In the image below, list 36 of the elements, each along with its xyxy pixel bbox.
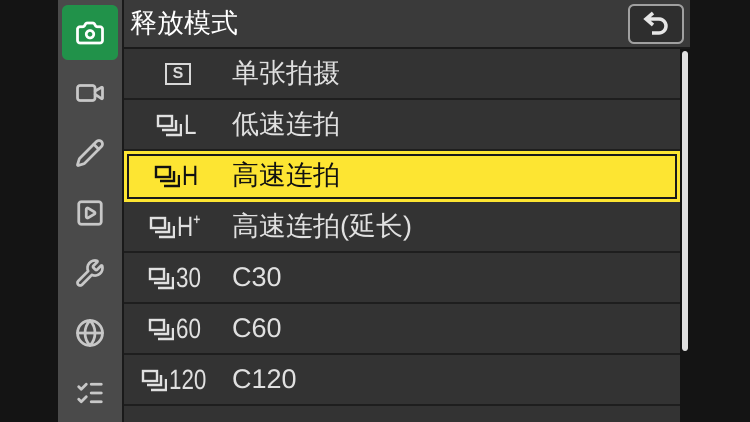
frames-icon — [156, 114, 182, 138]
mode-code: 120 — [168, 366, 206, 392]
pencil-icon — [75, 138, 105, 168]
back-button[interactable] — [628, 4, 684, 44]
menu-row[interactable]: L 低速连拍 — [124, 100, 680, 151]
frames-icon — [149, 216, 176, 240]
menu-row[interactable]: S 单张拍摄 — [124, 49, 680, 100]
menu-row[interactable]: 30 C30 — [124, 253, 680, 304]
menu-label: 高速连拍 — [232, 159, 340, 192]
menu-label: C120 — [232, 363, 297, 396]
mode-code: 60 — [176, 316, 202, 342]
frames-icon — [154, 164, 180, 188]
scrollbar[interactable] — [682, 51, 688, 351]
menu-title: 释放模式 — [130, 7, 238, 40]
sidebar-tab[interactable] — [62, 5, 118, 60]
menu-label: C30 — [232, 261, 282, 294]
globe-icon — [75, 318, 105, 348]
menu-row[interactable]: H 高速连拍 — [124, 151, 680, 202]
frames-icon — [148, 266, 174, 290]
frames-icon — [148, 318, 174, 342]
single-frame-icon: S — [164, 62, 192, 84]
menu-row[interactable]: 120 C120 — [124, 355, 680, 406]
menu-label: 低速连拍 — [232, 108, 340, 142]
menu-row[interactable]: 60 C60 — [124, 304, 680, 355]
mode-code: L — [184, 112, 197, 138]
mode-code: H — [182, 162, 198, 188]
play-icon — [75, 198, 105, 228]
return-arrow-icon — [642, 10, 670, 36]
mode-code: H⁺ — [177, 214, 201, 240]
menu-label: C60 — [232, 312, 282, 346]
mode-code: 30 — [176, 264, 202, 290]
wrench-icon — [75, 258, 105, 288]
frames-icon — [140, 368, 167, 392]
menu-label: 高速连拍(延长) — [232, 210, 412, 244]
menu-row[interactable]: H⁺ 高速连拍(延长) — [124, 202, 680, 253]
menu-label: 单张拍摄 — [232, 57, 340, 90]
